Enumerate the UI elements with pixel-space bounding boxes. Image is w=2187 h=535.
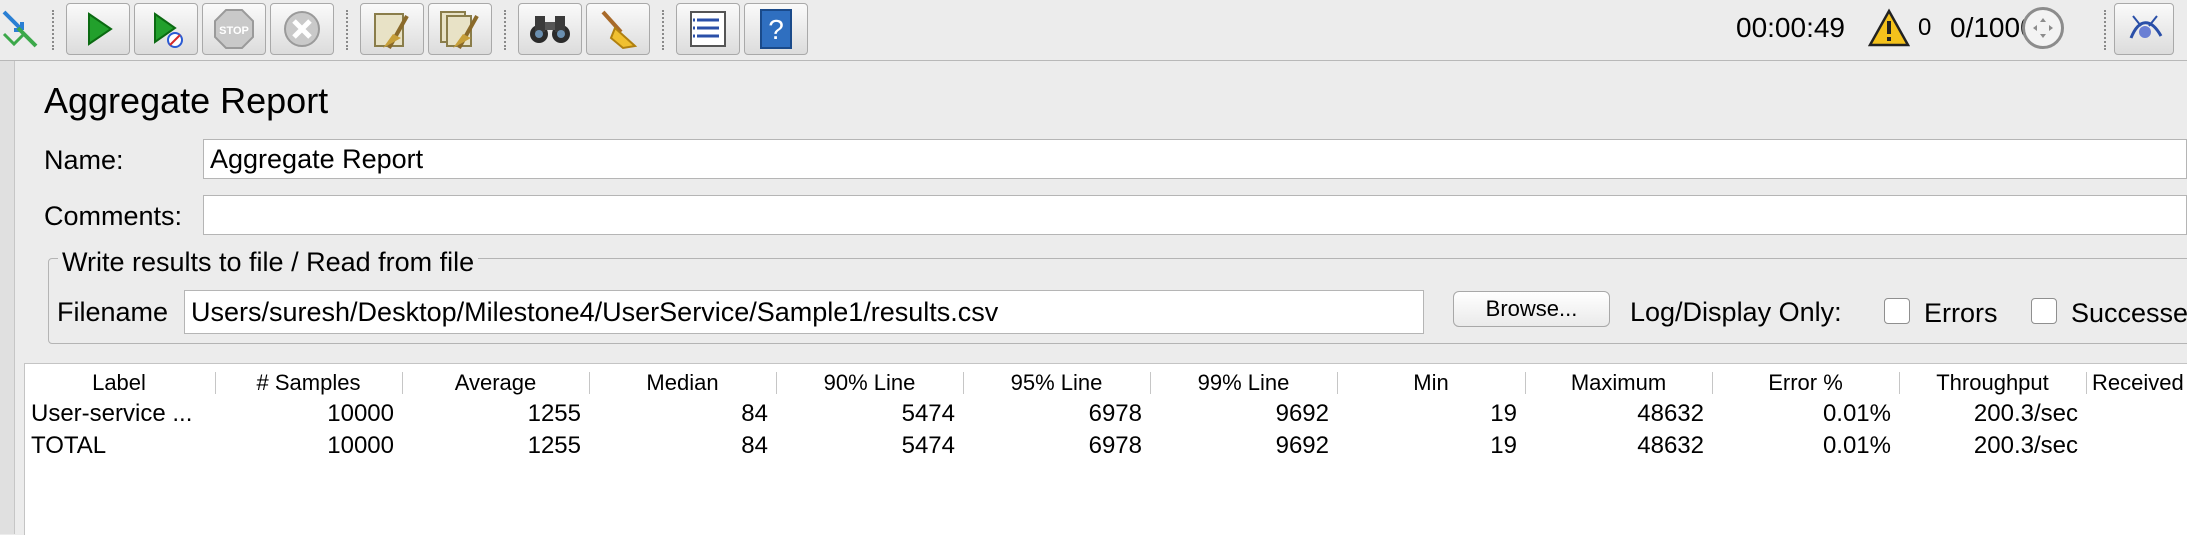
stop-icon: STOP: [214, 9, 254, 49]
table-cell: [2086, 398, 2186, 430]
table-row[interactable]: TOTAL 10000 1255 84 5474 6978 9692 19 48…: [25, 430, 2187, 462]
table-cell: 200.3/sec: [1973, 400, 2078, 427]
warning-icon: [1868, 8, 1910, 47]
table-cell: 84: [741, 400, 768, 427]
column-header[interactable]: Median: [589, 368, 776, 398]
clear-all-icon: [440, 11, 479, 49]
table-cell: 84: [741, 432, 768, 459]
column-header[interactable]: 99% Line: [1150, 368, 1337, 398]
help-button[interactable]: ?: [744, 3, 808, 55]
table-cell: TOTAL: [31, 432, 107, 459]
name-label: Name:: [44, 145, 124, 175]
successes-label: Successes: [2071, 298, 2187, 328]
page-title: Aggregate Report: [44, 80, 329, 121]
table-cell: 19: [1490, 400, 1517, 427]
table-cell: 9692: [1275, 400, 1329, 427]
start-no-pauses-icon: [154, 12, 183, 48]
remote-icon: [2033, 18, 2053, 38]
reset-search-button[interactable]: [586, 3, 650, 55]
warning-count: 0: [1918, 14, 1932, 41]
filename-field[interactable]: Users/suresh/Desktop/Milestone4/UserServ…: [184, 290, 1424, 334]
comments-field[interactable]: [203, 195, 2187, 235]
column-header[interactable]: 95% Line: [963, 368, 1150, 398]
elapsed-time: 00:00:49: [1736, 12, 1845, 43]
flyer-button[interactable]: [2114, 3, 2174, 55]
column-header[interactable]: Error %: [1712, 368, 1899, 398]
column-header[interactable]: # Samples: [215, 368, 402, 398]
flyer-icon: [2129, 15, 2163, 39]
start-button[interactable]: [66, 3, 130, 55]
table-cell: 6978: [1088, 400, 1142, 427]
errors-checkbox[interactable]: [1884, 298, 1910, 324]
column-header[interactable]: Average: [402, 368, 589, 398]
results-table: Label # Samples Average Median 90% Line …: [24, 363, 2187, 535]
log-display-label: Log/Display Only:: [1630, 297, 1842, 327]
successes-checkbox[interactable]: [2031, 298, 2057, 324]
column-header[interactable]: Received: [2086, 368, 2187, 398]
column-header[interactable]: 90% Line: [776, 368, 963, 398]
column-header[interactable]: Maximum: [1525, 368, 1712, 398]
table-cell: 5474: [901, 432, 955, 459]
table-cell: 10000: [327, 400, 394, 427]
toolbar: STOP ? 00:00:49 0 0/1000: [0, 0, 2187, 61]
expand-collapse-icon: [2, 10, 38, 48]
start-icon: [88, 12, 113, 46]
filename-label: Filename: [57, 297, 169, 327]
binoculars-icon: [530, 16, 570, 43]
function-helper-button[interactable]: [676, 3, 740, 55]
file-group-title: Write results to file / Read from file: [58, 247, 479, 277]
clear-icon: [374, 13, 409, 49]
table-row[interactable]: User-service ... 10000 1255 84 5474 6978…: [25, 398, 2187, 430]
errors-label: Errors: [1924, 298, 1998, 328]
browse-button[interactable]: Browse...: [1453, 291, 1610, 327]
svg-text:?: ?: [768, 14, 784, 45]
comments-label: Comments:: [44, 201, 183, 231]
svg-text:STOP: STOP: [219, 25, 249, 37]
table-cell: 200.3/sec: [1973, 432, 2078, 459]
column-header[interactable]: Throughput: [1899, 368, 2086, 398]
table-cell: 9692: [1275, 432, 1329, 459]
expand-collapse-button[interactable]: [0, 4, 40, 54]
clear-button[interactable]: [360, 3, 424, 55]
table-cell: [2086, 430, 2186, 462]
table-cell: 0.01%: [1822, 432, 1891, 459]
stop-button[interactable]: STOP: [202, 3, 266, 55]
table-cell: 6978: [1088, 432, 1142, 459]
broom-icon: [601, 10, 638, 50]
table-cell: 48632: [1637, 432, 1704, 459]
function-helper-icon: [690, 11, 726, 47]
column-header[interactable]: Min: [1337, 368, 1525, 398]
table-cell: 1255: [527, 432, 581, 459]
table-cell: 10000: [327, 432, 394, 459]
table-cell: 5474: [901, 400, 955, 427]
help-icon: ?: [760, 9, 792, 49]
search-button[interactable]: [518, 3, 582, 55]
remote-button[interactable]: [2022, 7, 2064, 49]
shutdown-button[interactable]: [270, 3, 334, 55]
table-cell: 0.01%: [1822, 400, 1891, 427]
name-field[interactable]: Aggregate Report: [203, 139, 2187, 179]
start-no-pauses-button[interactable]: [134, 3, 198, 55]
table-cell: User-service ...: [31, 400, 193, 427]
shutdown-icon: [284, 11, 320, 47]
left-splitter[interactable]: [0, 61, 15, 534]
table-cell: 19: [1490, 432, 1517, 459]
column-header[interactable]: Label: [25, 368, 213, 398]
table-cell: 1255: [527, 400, 581, 427]
clear-all-button[interactable]: [428, 3, 492, 55]
table-cell: 48632: [1637, 400, 1704, 427]
